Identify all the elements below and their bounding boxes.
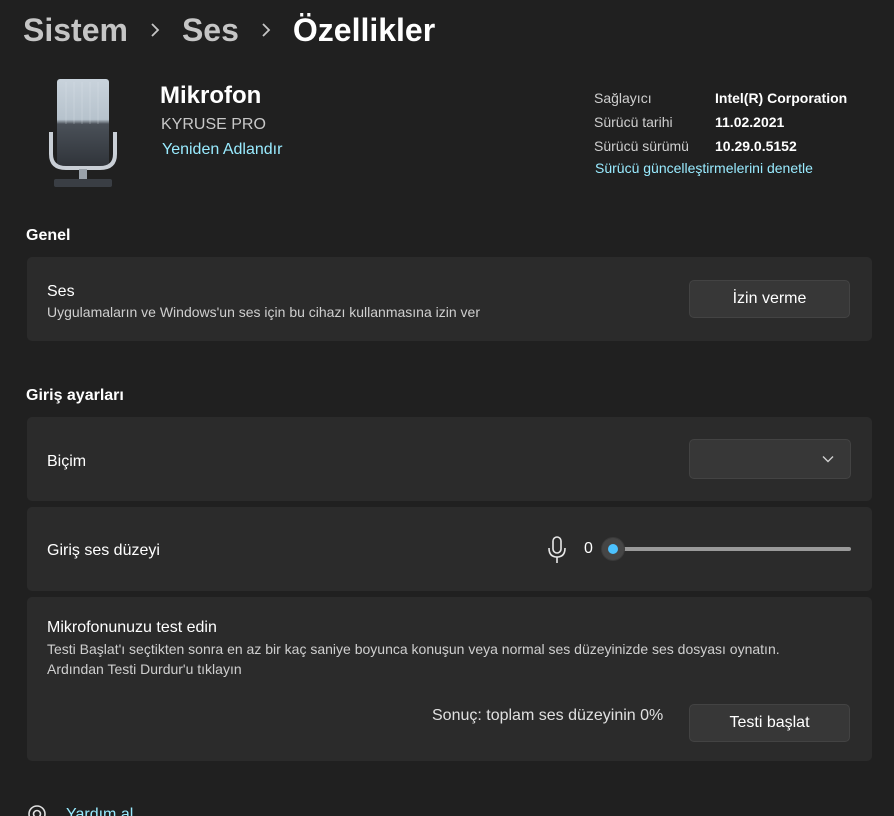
get-help-link[interactable]: Yardım al (66, 806, 133, 816)
driver-date-row: Sürücü tarihi 11.02.2021 (594, 110, 847, 134)
driver-info: Sağlayıcı Intel(R) Corporation Sürücü ta… (594, 86, 847, 158)
chevron-right-icon (140, 8, 170, 52)
mic-test-description-line1: Testi Başlat'ı seçtikten sonra en az bir… (47, 641, 780, 657)
breadcrumb-item-sound[interactable]: Ses (182, 12, 239, 49)
input-volume-card: Giriş ses düzeyi 0 (27, 507, 872, 591)
breadcrumb-item-system[interactable]: Sistem (23, 12, 128, 49)
input-volume-slider-track[interactable] (613, 547, 851, 551)
driver-version-value: 10.29.0.5152 (715, 138, 797, 154)
audio-permission-title: Ses (47, 283, 75, 300)
audio-permission-card: Ses Uygulamaların ve Windows'un ses için… (27, 257, 872, 341)
section-title-general: Genel (26, 227, 71, 244)
chevron-right-icon (251, 8, 281, 52)
driver-date-label: Sürücü tarihi (594, 114, 673, 130)
chevron-down-icon (822, 456, 834, 463)
input-volume-slider-thumb[interactable] (602, 538, 624, 560)
input-volume-value: 0 (584, 540, 593, 557)
mic-test-title: Mikrofonunuzu test edin (47, 619, 217, 636)
format-label: Biçim (47, 453, 87, 470)
check-driver-updates-link[interactable]: Sürücü güncelleştirmelerini denetle (595, 160, 813, 176)
microphone-device-icon (46, 76, 120, 190)
mic-test-result: Sonuç: toplam ses düzeyinin 0% (432, 707, 664, 724)
sound-device-properties-page: Sistem Ses Özellikler Mikrofon KYRUSE PR… (0, 0, 894, 816)
rename-link[interactable]: Yeniden Adlandır (162, 141, 282, 159)
mic-test-description-line2: Ardından Testi Durdur'u tıklayın (47, 661, 242, 677)
driver-provider-label: Sağlayıcı (594, 90, 652, 106)
driver-version-row: Sürücü sürümü 10.29.0.5152 (594, 134, 847, 158)
deny-permission-button[interactable]: İzin verme (689, 280, 850, 318)
driver-provider-value: Intel(R) Corporation (715, 90, 848, 106)
driver-version-label: Sürücü sürümü (594, 138, 689, 154)
format-card: Biçim (27, 417, 872, 501)
device-model: KYRUSE PRO (161, 116, 266, 133)
section-title-input-settings: Giriş ayarları (26, 387, 124, 404)
driver-date-value: 11.02.2021 (715, 114, 785, 130)
input-volume-label: Giriş ses düzeyi (47, 542, 160, 559)
format-dropdown[interactable] (689, 439, 851, 479)
device-name: Mikrofon (160, 82, 262, 109)
driver-provider-row: Sağlayıcı Intel(R) Corporation (594, 86, 847, 110)
breadcrumb: Sistem Ses Özellikler (23, 8, 435, 52)
audio-permission-description: Uygulamaların ve Windows'un ses için bu … (47, 304, 480, 320)
help-icon (28, 805, 46, 816)
start-test-button[interactable]: Testi başlat (689, 704, 850, 742)
microphone-test-card: Mikrofonunuzu test edin Testi Başlat'ı s… (27, 597, 872, 761)
microphone-icon (548, 536, 566, 563)
breadcrumb-item-properties: Özellikler (292, 11, 436, 48)
